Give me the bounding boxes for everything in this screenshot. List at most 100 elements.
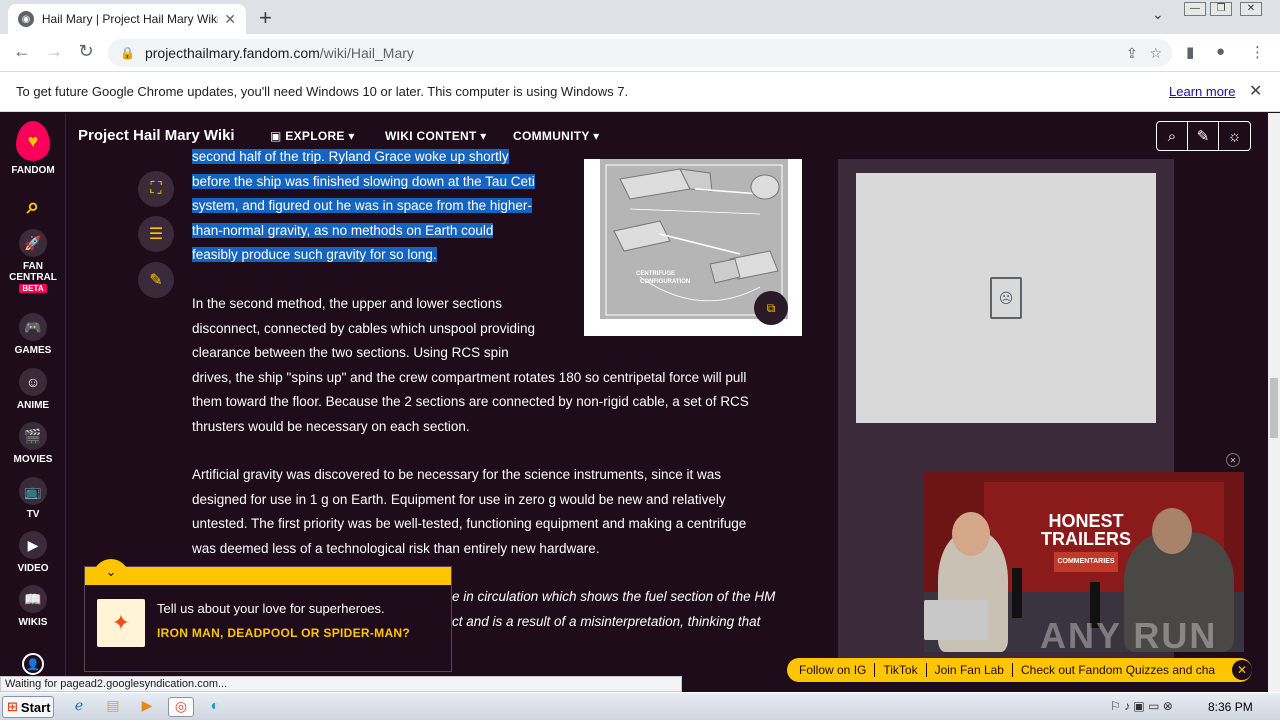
fandom-label: FANDOM [11, 165, 55, 176]
media-player-icon[interactable]: ▶ [136, 697, 158, 717]
rail-tv[interactable]: 📺 TV [0, 477, 66, 520]
lock-icon: 🔒 [120, 46, 135, 60]
learn-more-link[interactable]: Learn more [1169, 84, 1235, 99]
search-icon[interactable]: ⌕ [0, 193, 66, 219]
profile-icon[interactable]: ● [1216, 43, 1225, 60]
gamepad-icon: 🎮 [19, 313, 47, 341]
status-bar: Waiting for pagead2.googlesyndication.co… [0, 676, 682, 692]
rail-label: TV [26, 509, 40, 520]
new-tab-button[interactable]: + [259, 5, 272, 31]
back-icon[interactable]: ← [10, 41, 34, 62]
side-panel-icon[interactable]: ▮ [1186, 43, 1194, 61]
theme-toggle-icon[interactable]: ☼ [1219, 122, 1250, 150]
text-line: system, and figured out he was in space … [192, 198, 532, 213]
ie-icon[interactable]: ℯ [68, 697, 90, 717]
scroll-thumb[interactable] [1270, 378, 1278, 438]
link-fan-lab[interactable]: Join Fan Lab [927, 663, 1013, 677]
discussions-icon[interactable]: ✎ [1188, 122, 1219, 150]
windows-logo-icon: ⊞ [7, 699, 18, 714]
fandom-logo[interactable]: ♥ FANDOM [0, 121, 66, 176]
quiz-prompt-card[interactable]: ⌄ ✦ Tell us about your love for superher… [84, 559, 452, 672]
share-star-icons[interactable]: ⇪ ☆ [1126, 45, 1162, 62]
text-line: clearance between the two sections. Usin… [192, 345, 509, 360]
windows-taskbar: ⊞ Start ℯ ▤ ▶ ◎ ◐ ⚐ ♪ ▣ ▭ ⊗ 8:36 PM [0, 692, 1280, 720]
url-text: projecthailmary.fandom.com/wiki/Hail_Mar… [144, 45, 414, 61]
rail-label: WIKIS [18, 617, 48, 628]
globe-icon: ◉ [18, 11, 34, 27]
quiz-answer-link[interactable]: IRON MAN, DEADPOOL OR SPIDER-MAN? [157, 625, 427, 641]
tab-title: Hail Mary | Project Hail Mary Wiki | F [41, 12, 219, 26]
link-follow-ig[interactable]: Follow on IG [799, 663, 876, 677]
card-header-bar [85, 567, 451, 585]
book-icon: 📖 [19, 585, 47, 613]
edge-icon[interactable]: ◐ [204, 697, 226, 717]
rocket-icon: 🚀 [19, 229, 47, 257]
tab-strip: ◉ Hail Mary | Project Hail Mary Wiki | F… [0, 0, 1280, 34]
forward-icon[interactable]: → [42, 41, 66, 62]
wiki-name[interactable]: Project Hail Mary Wiki [78, 127, 235, 144]
anime-face-icon: ☺ [19, 368, 47, 396]
links-bar-close-icon[interactable]: ✕ [1232, 660, 1252, 680]
laptop [924, 600, 988, 640]
expand-icon[interactable]: ⛶ [138, 171, 174, 207]
fandom-links-bar: Follow on IG TikTok Join Fan Lab Check o… [787, 658, 1252, 682]
ad-placeholder: ☹ [856, 173, 1156, 423]
text-line: e in circulation which shows the fuel se… [452, 589, 776, 604]
minimize-button[interactable]: — [1184, 2, 1206, 16]
restore-button[interactable]: ❐ [1210, 2, 1232, 16]
paragraph-highlighted: second half of the trip. Ryland Grace wo… [192, 145, 535, 268]
start-button[interactable]: ⊞ Start [2, 696, 54, 718]
chevron-down-icon: ▾ [589, 129, 600, 143]
page-scrollbar[interactable] [1268, 113, 1280, 692]
chrome-icon[interactable]: ◎ [168, 697, 194, 717]
honest-trailers-logo: HONEST TRAILERS COMMENTARIES [1040, 512, 1132, 572]
video-close-icon[interactable]: ✕ [1226, 453, 1240, 467]
nav-community[interactable]: COMMUNITY ▾ [513, 129, 599, 143]
browser-tab[interactable]: ◉ Hail Mary | Project Hail Mary Wiki | F… [8, 4, 246, 34]
infobar-close-icon[interactable]: ✕ [1249, 81, 1262, 101]
rail-movies[interactable]: 🎬 MOVIES [0, 422, 66, 465]
chevron-down-icon: ▾ [476, 129, 487, 143]
link-quizzes[interactable]: Check out Fandom Quizzes and cha [1013, 663, 1223, 677]
close-window-button[interactable]: ✕ [1240, 2, 1262, 16]
nav-wiki-content[interactable]: WIKI CONTENT ▾ [385, 129, 487, 143]
fandom-heart-icon: ♥ [16, 121, 50, 161]
reload-icon[interactable]: ↻ [74, 41, 98, 62]
address-bar[interactable]: 🔒 projecthailmary.fandom.com/wiki/Hail_M… [108, 39, 1172, 67]
toc-icon[interactable]: ☰ [138, 216, 174, 252]
edit-pencil-icon[interactable]: ✎ [138, 262, 174, 298]
text-line: feasibly produce such gravity for so lon… [192, 247, 437, 262]
clock: 8:36 PM [1208, 700, 1253, 714]
fandom-global-nav: ♥ FANDOM ⌕ 🚀 FAN CENTRAL BETA 🎮 GAMES ☺ … [0, 113, 66, 676]
figure-label: CENTRIFUGE [636, 271, 675, 277]
rail-wikis[interactable]: 📖 WIKIS [0, 585, 66, 628]
rail-label: VIDEO [17, 563, 49, 574]
rail-video[interactable]: ▶ VIDEO [0, 531, 66, 574]
watermark-text: ANY RUN [1040, 615, 1218, 656]
browser-toolbar: ← → ↻ 🔒 projecthailmary.fandom.com/wiki/… [0, 34, 1280, 72]
article-figure[interactable]: CENTRIFUGE CONFIGURATION ⧉ [584, 159, 802, 336]
text-line: them toward the floor. Because the 2 sec… [192, 394, 749, 409]
rail-label: MOVIES [13, 454, 53, 465]
nav-explore[interactable]: ▣ EXPLORE ▾ [270, 129, 355, 143]
play-icon: ▶ [19, 531, 47, 559]
tab-search-icon[interactable]: ⌄ [1152, 6, 1164, 23]
tv-icon: 📺 [19, 477, 47, 505]
expand-image-icon[interactable]: ⧉ [754, 291, 788, 325]
microphone-left [1012, 568, 1022, 618]
rail-games[interactable]: 🎮 GAMES [0, 313, 66, 356]
rail-anime[interactable]: ☺ ANIME [0, 368, 66, 411]
rail-fan-central[interactable]: 🚀 FAN CENTRAL BETA [0, 229, 66, 294]
text-line: before the ship was finished slowing dow… [192, 173, 535, 189]
paragraph-misinterpretation: e in circulation which shows the fuel se… [452, 585, 775, 634]
search-icon[interactable]: ⌕ [1157, 122, 1188, 150]
menu-icon[interactable]: ⋮ [1250, 43, 1265, 61]
system-tray-icons[interactable]: ⚐ ♪ ▣ ▭ ⊗ [1110, 699, 1173, 713]
tab-close-icon[interactable]: ✕ [224, 11, 236, 28]
text-line: untested. The first priority was be well… [192, 516, 747, 531]
link-tiktok[interactable]: TikTok [875, 663, 927, 677]
text-line: ct and is a result of a misinterpretatio… [452, 613, 761, 629]
rail-label: ANIME [16, 400, 50, 411]
update-infobar: To get future Google Chrome updates, you… [0, 72, 1280, 112]
folder-icon[interactable]: ▤ [102, 697, 124, 717]
